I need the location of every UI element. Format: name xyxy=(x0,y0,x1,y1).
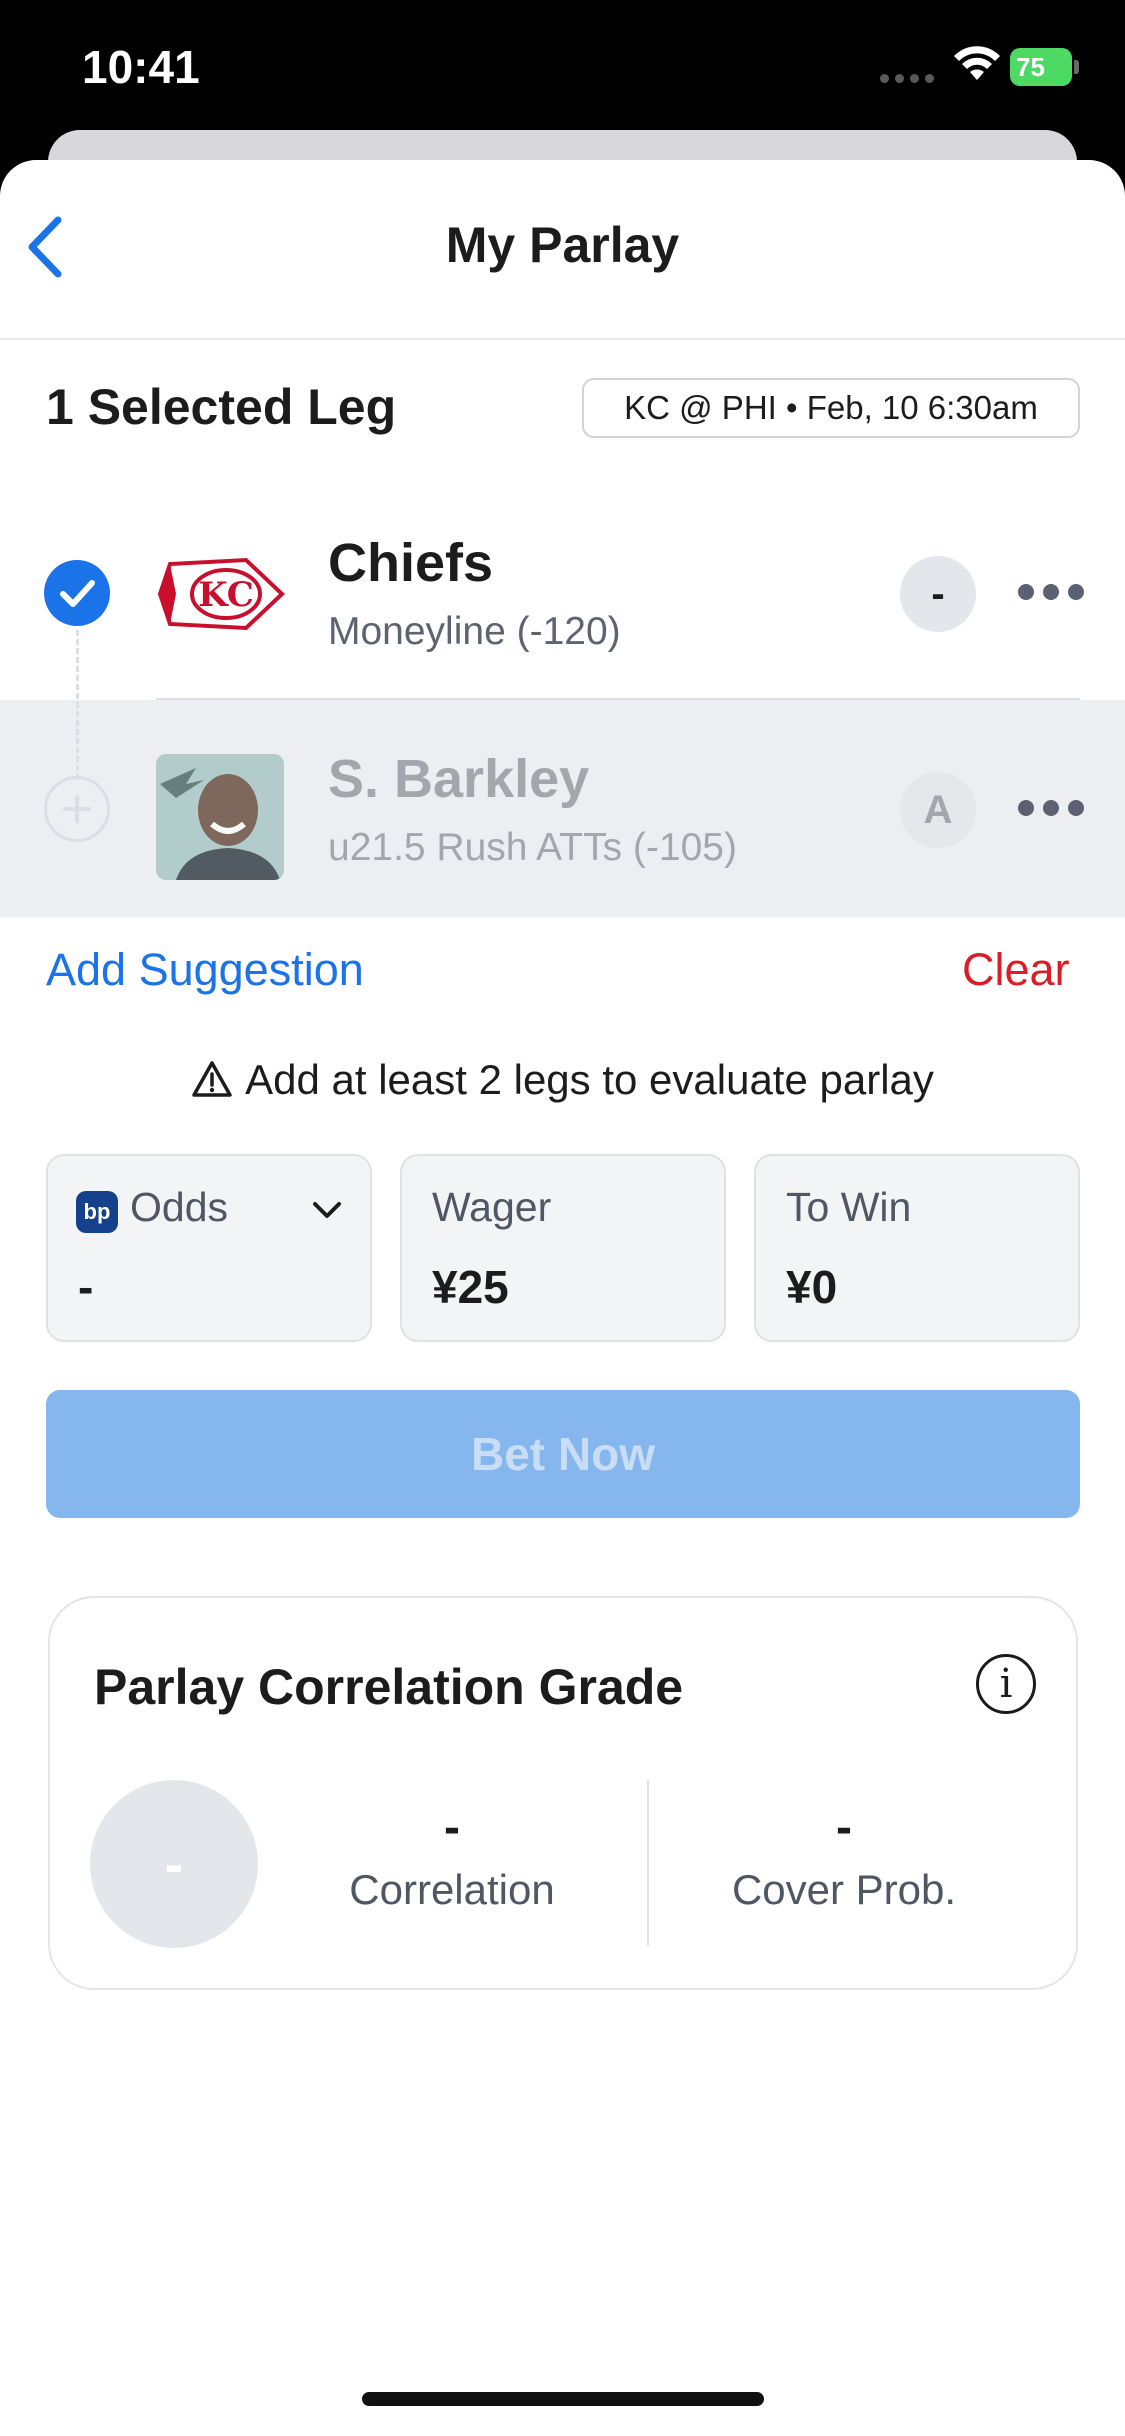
info-icon[interactable]: i xyxy=(976,1654,1036,1714)
leg-player-name: S. Barkley xyxy=(328,749,590,809)
wager-label: Wager xyxy=(432,1184,552,1230)
leg-checkbox-checked[interactable] xyxy=(44,560,110,626)
card-title: Parlay Correlation Grade xyxy=(94,1659,684,1715)
more-options-icon[interactable] xyxy=(1018,800,1084,820)
svg-text:KC: KC xyxy=(198,575,254,615)
odds-label: Odds xyxy=(130,1184,228,1230)
add-leg-button[interactable] xyxy=(44,776,110,842)
warning-message: Add at least 2 legs to evaluate parlay xyxy=(0,1056,1125,1104)
to-win-field: To Win ¥0 xyxy=(754,1154,1080,1342)
sportsbook-icon: bp xyxy=(76,1191,118,1233)
leg-connector xyxy=(76,630,79,780)
home-indicator xyxy=(362,2392,764,2406)
header-divider xyxy=(0,338,1125,340)
warning-text: Add at least 2 legs to evaluate parlay xyxy=(245,1056,934,1103)
chevron-down-icon xyxy=(313,1202,341,1218)
leg-market: Moneyline (-120) xyxy=(328,610,621,653)
bet-now-button[interactable]: Bet Now xyxy=(46,1390,1080,1518)
cover-prob-metric: - Cover Prob. xyxy=(674,1798,1014,1914)
checkmark-icon xyxy=(60,580,95,607)
correlation-value: - xyxy=(444,1801,460,1854)
status-time: 10:41 xyxy=(82,41,200,93)
cover-prob-value: - xyxy=(836,1801,852,1854)
wager-value: ¥25 xyxy=(432,1261,509,1313)
selected-legs-count: 1 Selected Leg xyxy=(46,379,397,435)
player-headshot xyxy=(156,754,284,880)
correlation-grade-card: Parlay Correlation Grade i - - Correlati… xyxy=(48,1596,1078,1990)
game-chip[interactable]: KC @ PHI • Feb, 10 6:30am xyxy=(582,378,1080,438)
wager-input[interactable]: Wager ¥25 xyxy=(400,1154,726,1342)
leg-divider xyxy=(156,698,1080,700)
more-options-icon[interactable] xyxy=(1018,584,1084,604)
correlation-label: Correlation xyxy=(349,1866,555,1913)
cellular-signal-icon xyxy=(880,74,936,84)
kc-chiefs-logo: KC xyxy=(156,552,286,636)
plus-icon xyxy=(63,795,91,823)
leg-market: u21.5 Rush ATTs (-105) xyxy=(328,826,737,869)
page-title: My Parlay xyxy=(445,217,680,273)
odds-value: - xyxy=(78,1261,94,1313)
metric-divider xyxy=(647,1780,649,1946)
clear-button[interactable]: Clear xyxy=(962,944,1070,996)
leg-grade-badge: A xyxy=(900,772,976,848)
warning-icon xyxy=(192,1061,232,1097)
leg-grade-badge: - xyxy=(900,556,976,632)
to-win-label: To Win xyxy=(786,1184,912,1230)
add-suggestion-link[interactable]: Add Suggestion xyxy=(46,944,364,996)
correlation-metric: - Correlation xyxy=(282,1798,622,1914)
grade-circle: - xyxy=(90,1780,258,1948)
to-win-value: ¥0 xyxy=(786,1261,838,1313)
battery-icon: 75 xyxy=(1010,48,1080,86)
wifi-icon xyxy=(954,46,1000,80)
status-icons: 75 xyxy=(880,44,1080,94)
leg-team-name: Chiefs xyxy=(328,533,494,593)
odds-selector[interactable]: bp Odds - xyxy=(46,1154,372,1342)
battery-level: 75 xyxy=(1010,48,1072,86)
cover-prob-label: Cover Prob. xyxy=(731,1866,957,1913)
